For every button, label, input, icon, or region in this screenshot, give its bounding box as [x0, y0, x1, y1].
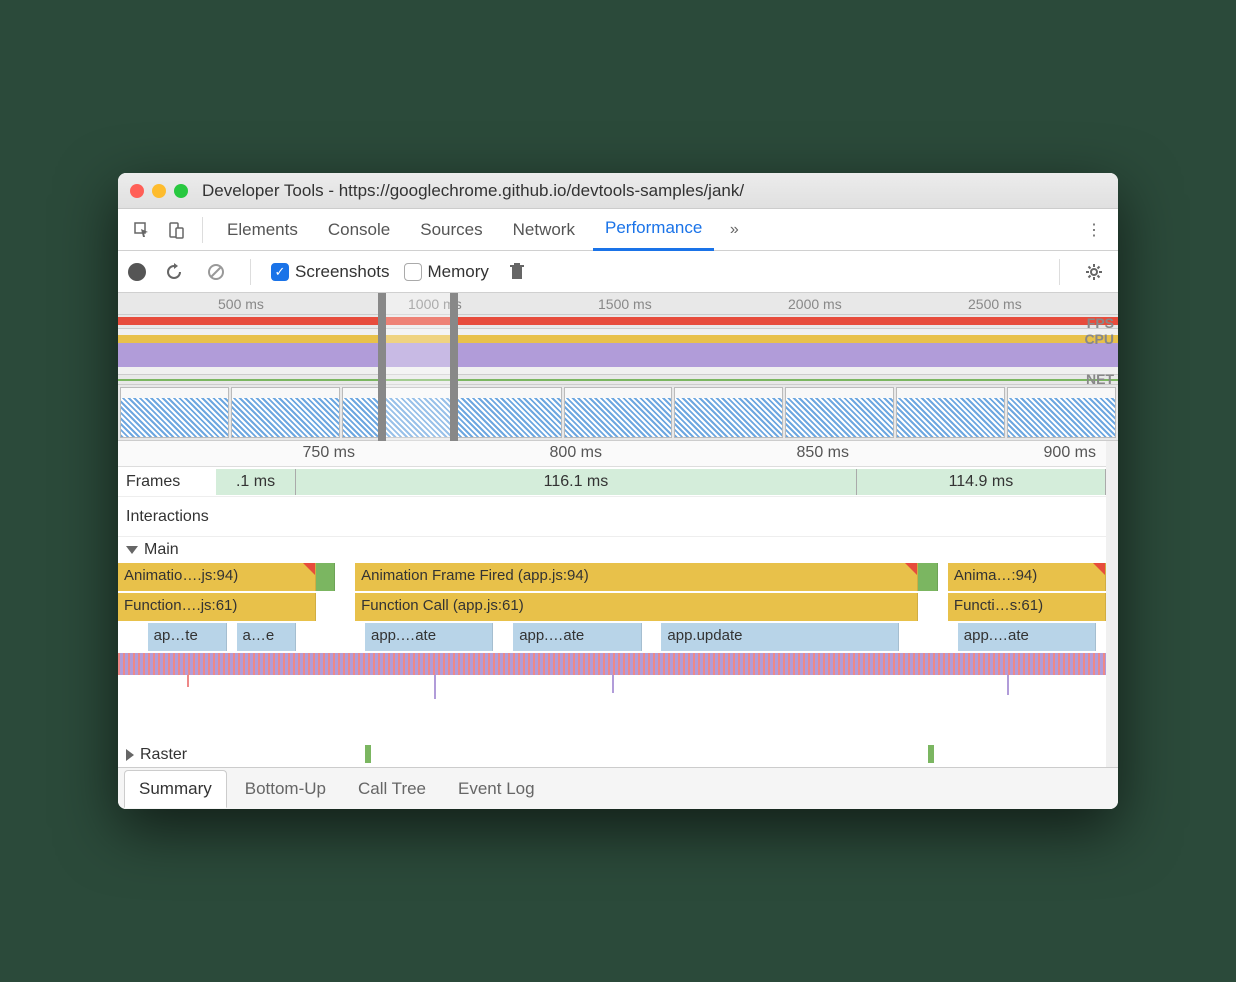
chevron-down-icon	[126, 546, 138, 554]
tab-event-log[interactable]: Event Log	[444, 771, 549, 807]
perf-toolbar: ✓Screenshots Memory	[118, 251, 1118, 293]
close-icon[interactable]	[130, 184, 144, 198]
flame-block[interactable]: Functi…s:61)	[948, 593, 1106, 621]
tab-sources[interactable]: Sources	[408, 210, 494, 250]
more-tabs-icon[interactable]: »	[720, 216, 748, 244]
raster-section-header[interactable]: Raster	[118, 743, 1106, 767]
flame-block[interactable]: Function Call (app.js:61)	[355, 593, 918, 621]
detail-ruler: 750 ms 800 ms 850 ms 900 ms	[118, 441, 1106, 467]
chevron-right-icon	[126, 749, 134, 761]
overview-net: NET	[118, 375, 1118, 385]
tab-console[interactable]: Console	[316, 210, 402, 250]
flame-block[interactable]: Animatio….js:94)	[118, 563, 316, 591]
clear-icon[interactable]	[202, 258, 230, 286]
tab-bottom-up[interactable]: Bottom-Up	[231, 771, 340, 807]
flame-chart[interactable]: Animatio….js:94) Animation Frame Fired (a…	[118, 563, 1106, 743]
main-section-header[interactable]: Main	[118, 537, 1106, 563]
memory-checkbox[interactable]: Memory	[404, 262, 489, 282]
tab-network[interactable]: Network	[501, 210, 587, 250]
interactions-row[interactable]: Interactions	[118, 497, 1106, 537]
checkbox-on-icon: ✓	[271, 263, 289, 281]
overview-selection-handle[interactable]	[378, 293, 458, 441]
overview-screenshots	[118, 385, 1118, 441]
flame-block[interactable]: app.update	[661, 623, 898, 651]
reload-icon[interactable]	[160, 258, 188, 286]
flame-block[interactable]	[316, 563, 336, 591]
vertical-scrollbar[interactable]	[1106, 441, 1118, 767]
settings-icon[interactable]	[1080, 258, 1108, 286]
titlebar: Developer Tools - https://googlechrome.g…	[118, 173, 1118, 209]
flame-block[interactable]: Function….js:61)	[118, 593, 316, 621]
maximize-icon[interactable]	[174, 184, 188, 198]
flame-block[interactable]: Animation Frame Fired (app.js:94)	[355, 563, 918, 591]
devtools-window: Developer Tools - https://googlechrome.g…	[118, 173, 1118, 809]
frames-row[interactable]: Frames .1 ms 116.1 ms 114.9 ms	[118, 467, 1106, 497]
flame-block[interactable]: Anima…:94)	[948, 563, 1106, 591]
record-button[interactable]	[128, 263, 146, 281]
flame-block[interactable]: ap…te	[148, 623, 227, 651]
tab-performance[interactable]: Performance	[593, 208, 714, 251]
flame-block[interactable]	[918, 563, 938, 591]
overview-fps: FPS	[118, 315, 1118, 329]
panel-tabs: Elements Console Sources Network Perform…	[118, 209, 1118, 251]
overview-pane[interactable]: 500 ms 1000 ms 1500 ms 2000 ms 2500 ms F…	[118, 293, 1118, 441]
flame-block[interactable]: app.…ate	[365, 623, 493, 651]
tab-call-tree[interactable]: Call Tree	[344, 771, 440, 807]
tab-summary[interactable]: Summary	[124, 770, 227, 808]
window-title: Developer Tools - https://googlechrome.g…	[202, 181, 744, 201]
overview-cpu: CPU	[118, 329, 1118, 375]
kebab-menu-icon[interactable]: ⋮	[1080, 216, 1108, 244]
device-icon[interactable]	[162, 216, 190, 244]
checkbox-off-icon	[404, 263, 422, 281]
tab-elements[interactable]: Elements	[215, 210, 310, 250]
inspect-icon[interactable]	[128, 216, 156, 244]
minimize-icon[interactable]	[152, 184, 166, 198]
flame-block[interactable]: a…e	[237, 623, 296, 651]
screenshots-checkbox[interactable]: ✓Screenshots	[271, 262, 390, 282]
flame-block[interactable]: app.…ate	[513, 623, 641, 651]
overview-ruler: 500 ms 1000 ms 1500 ms 2000 ms 2500 ms	[118, 293, 1118, 315]
flame-block[interactable]: app.…ate	[958, 623, 1096, 651]
traffic-lights	[130, 184, 188, 198]
bottom-tabs: Summary Bottom-Up Call Tree Event Log	[118, 767, 1118, 809]
trash-icon[interactable]	[503, 258, 531, 286]
